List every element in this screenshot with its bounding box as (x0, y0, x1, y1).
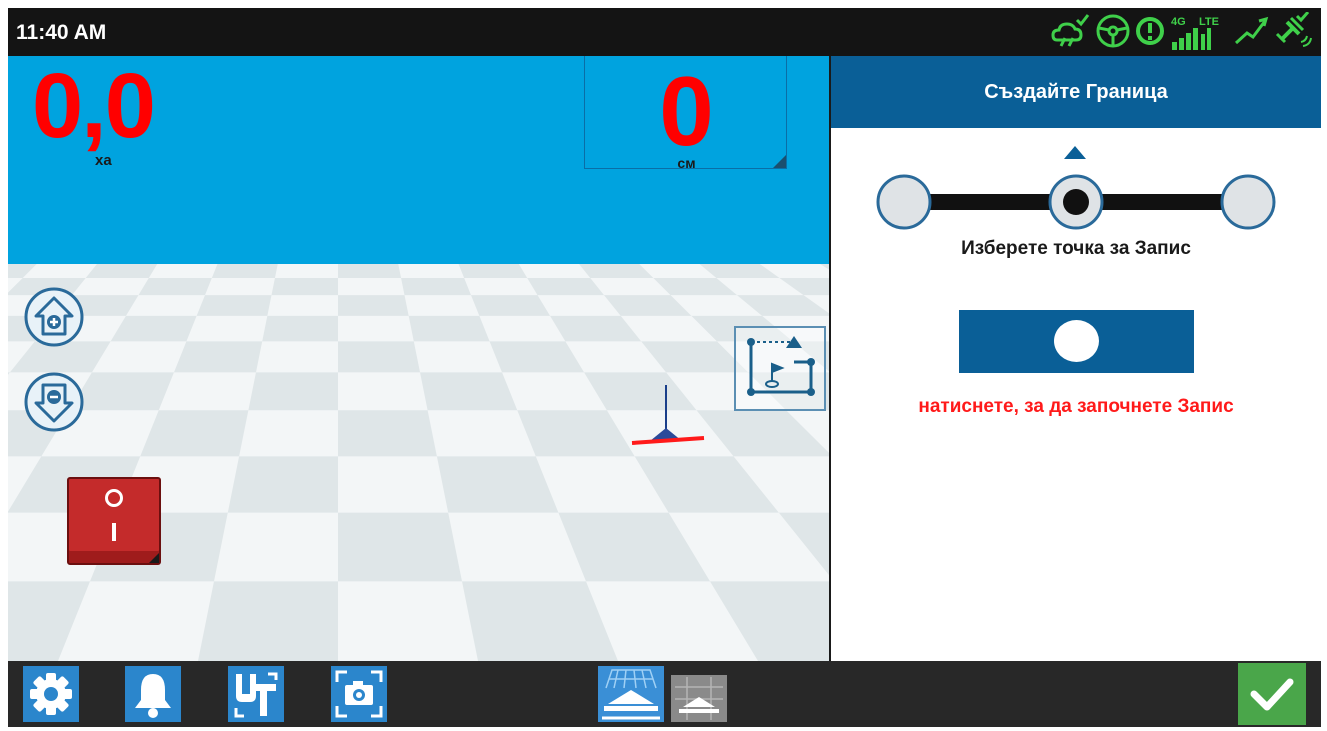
ground-tile (204, 278, 275, 296)
3d-view-icon (602, 669, 660, 720)
vehicle-icon (631, 385, 705, 445)
ground-tile (338, 372, 428, 411)
confirm-check-icon (1250, 678, 1294, 711)
panel-title: Създайте Граница (831, 56, 1321, 128)
ground-tile (338, 581, 478, 661)
ground-tile (255, 341, 338, 373)
status-icons: 4G LTE (1051, 10, 1313, 55)
ground-tile (404, 295, 480, 316)
alert-icon (1135, 13, 1165, 54)
ground-tile (213, 512, 338, 582)
switch-off-icon (105, 489, 123, 507)
ground-tile (586, 581, 758, 661)
switch-on-icon (112, 523, 116, 541)
boundary-panel: Създайте Граница Изберете точка за Запис… (829, 56, 1321, 661)
zoom-out-button[interactable] (23, 371, 85, 433)
ground-tile (590, 278, 671, 296)
ground-tile (186, 315, 268, 342)
point-option-right[interactable] (1220, 174, 1276, 230)
point-selector[interactable] (876, 174, 1276, 230)
3d-view-button[interactable] (598, 666, 664, 722)
ground-tile (733, 456, 829, 513)
record-button[interactable] (959, 310, 1194, 373)
ground-tile (759, 264, 829, 278)
ground-tile (338, 456, 449, 513)
ground-tile (620, 315, 717, 342)
ground-tile (148, 264, 218, 278)
master-switch-button[interactable] (67, 477, 161, 565)
ground-tile (639, 264, 717, 278)
ground-tile (22, 264, 97, 278)
ground-tile (502, 372, 607, 411)
ground-tile (58, 581, 214, 661)
ground-tile (427, 410, 536, 457)
switch-corner-icon (149, 553, 159, 563)
ground-tile (338, 278, 405, 296)
boundary-tool-button[interactable] (734, 326, 826, 411)
ground-tile (716, 278, 804, 296)
offset-value: 0 (659, 56, 714, 166)
ground-tile (535, 456, 669, 513)
ground-tile (803, 295, 829, 314)
area-value: 0,0 (32, 56, 156, 157)
cellular-4g-lte-icon: 4G LTE (1169, 14, 1229, 52)
universal-terminal-button[interactable] (228, 666, 284, 722)
point-option-left[interactable] (876, 174, 932, 230)
zoom-in-button[interactable] (23, 286, 85, 348)
weather-check-icon (1051, 12, 1091, 55)
2d-view-button[interactable] (671, 675, 727, 722)
ground-tile (464, 278, 538, 296)
boundary-flag-icon (747, 336, 815, 396)
resize-corner-icon (773, 155, 786, 168)
ground-tile (91, 341, 187, 373)
selected-point-pointer-icon (1064, 146, 1086, 159)
ground-tile (565, 341, 667, 373)
ground-tile (274, 264, 338, 278)
gnss-correction-icon (1233, 13, 1269, 54)
ground-tile (125, 295, 205, 316)
record-dot-icon (1054, 320, 1099, 362)
offset-unit: см (677, 155, 696, 171)
app-window: 11:40 AM 4G LTE 0,0 ха 0 см Създайте Гра… (8, 8, 1321, 727)
ground-tile (518, 264, 591, 278)
clock: 11:40 AM (16, 21, 107, 44)
ground-tile (786, 410, 829, 453)
field-ground (8, 264, 829, 661)
ground-tile (8, 456, 42, 512)
offset-indicator[interactable]: 0 см (584, 56, 787, 171)
settings-button[interactable] (23, 666, 79, 722)
guidance-map[interactable]: 0,0 ха 0 см (8, 56, 829, 661)
ground-tile (267, 295, 338, 316)
confirm-button[interactable] (1238, 663, 1306, 725)
point-option-center[interactable] (1048, 174, 1104, 230)
ground-tile (8, 278, 23, 293)
alarm-button[interactable] (125, 666, 181, 722)
screenshot-button[interactable] (331, 666, 387, 722)
ground-tile (338, 315, 414, 342)
steering-wheel-icon (1095, 13, 1131, 54)
ground-tile (448, 512, 587, 582)
ground-tile (398, 264, 465, 278)
point-selector-label: Изберете точка за Запис (961, 238, 1191, 259)
ground-tile (158, 372, 256, 411)
ground-tile (537, 295, 621, 316)
bottom-toolbar (8, 661, 1321, 727)
alarm-bell-icon (135, 674, 171, 718)
ground-tile (668, 512, 829, 582)
zoom-out-icon (24, 372, 84, 432)
ground-tile (239, 410, 338, 457)
ground-tile (479, 315, 566, 342)
record-hint: натиснете, за да започнете Запис (918, 396, 1234, 417)
2d-view-icon (675, 677, 723, 720)
ground-tile (670, 295, 763, 316)
zoom-in-icon (24, 287, 84, 347)
universal-terminal-icon (234, 672, 278, 718)
area-unit: ха (95, 152, 112, 169)
screenshot-icon (335, 670, 383, 718)
satellite-icon (1273, 10, 1313, 55)
ground-tile (413, 341, 503, 373)
settings-icon (30, 673, 72, 715)
status-bar: 11:40 AM 4G LTE (8, 8, 1321, 56)
